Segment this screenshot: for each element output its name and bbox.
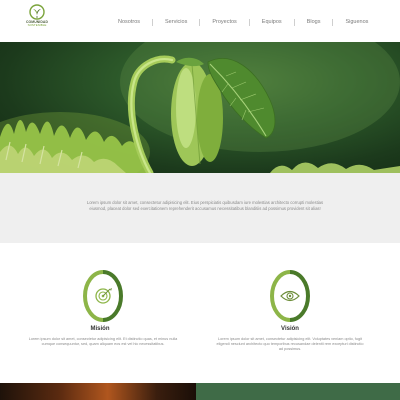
nav-item-equipos[interactable]: Equipos: [262, 19, 282, 25]
brand-tagline: SOSTENIBLE: [27, 23, 47, 27]
vision-card: Visión Lorem ipsum dolor sit amet, conse…: [200, 243, 400, 383]
eye-icon: [270, 269, 310, 323]
nav-item-nosotros[interactable]: Nosotros: [118, 19, 140, 25]
site-header: COMUNIDAD SOSTENIBLE Nosotros Servicios …: [0, 0, 400, 42]
nav-divider: [248, 18, 250, 26]
nav-divider: [199, 18, 201, 26]
target-icon: [83, 269, 123, 323]
hero-banner: [0, 42, 400, 173]
vision-title: Visión: [281, 326, 299, 332]
bottom-image-tile: [0, 383, 196, 400]
intro-section: Lorem ipsum dolor sit amet, consectetur …: [0, 173, 400, 243]
mission-title: Misión: [90, 326, 110, 332]
leaf-logo-icon: [29, 4, 45, 20]
nav-divider: [332, 18, 334, 26]
mission-card: Misión Lorem ipsum dolor sit amet, conse…: [0, 243, 200, 383]
brand-logo[interactable]: COMUNIDAD SOSTENIBLE: [22, 4, 52, 38]
nav-divider: [152, 18, 154, 26]
nav-item-proyectos[interactable]: Proyectos: [212, 19, 236, 25]
page: COMUNIDAD SOSTENIBLE Nosotros Servicios …: [0, 0, 400, 400]
bottom-green-tile: [196, 383, 400, 400]
nav-item-servicios[interactable]: Servicios: [165, 19, 187, 25]
main-nav: Nosotros Servicios Proyectos Equipos Blo…: [118, 17, 368, 27]
intro-text: Lorem ipsum dolor sit amet, consectetur …: [86, 200, 324, 211]
nav-item-blogs[interactable]: Blogs: [307, 19, 321, 25]
nav-item-siguenos[interactable]: Siguenos: [345, 19, 368, 25]
vision-text: Lorem ipsum dolor sit amet, consectetur …: [216, 337, 364, 352]
nav-divider: [293, 18, 295, 26]
seedling-sprout-image: [0, 42, 400, 173]
mission-text: Lorem ipsum dolor sit amet, consectetur …: [28, 337, 178, 347]
